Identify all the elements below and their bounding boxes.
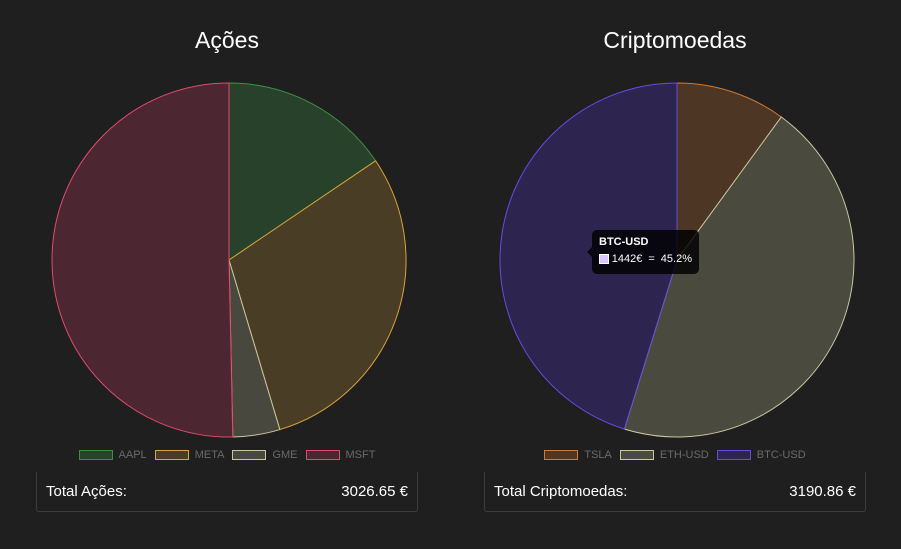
total-card-stocks: Total Ações: 3026.65 € — [36, 472, 418, 512]
total-value-stocks: 3026.65 € — [341, 483, 408, 500]
pie-chart-stocks[interactable] — [44, 80, 407, 440]
legend-item-msft[interactable]: MSFT — [305, 449, 376, 461]
stocks-panel: Ações AAPL META GME MSFT Total Ações: 3026.… — [2, 0, 452, 549]
tooltip-color-swatch — [599, 254, 609, 264]
tooltip-row: 1442€ = 45.2% — [599, 253, 692, 265]
chart-title-stocks: Ações — [195, 27, 259, 53]
legend-swatch-btc-usd — [716, 450, 751, 460]
legend-label-tsla: TSLA — [584, 449, 612, 461]
total-label-stocks: Total Ações: — [46, 483, 127, 500]
crypto-panel: Criptomoedas TSLA ETH-USD BTC-USD Total Cr… — [450, 0, 900, 549]
legend-swatch-gme — [232, 450, 267, 460]
total-card-crypto: Total Criptomoedas: 3190.86 € — [484, 472, 866, 512]
legend-label-eth-usd: ETH-USD — [659, 449, 709, 461]
legend-label-btc-usd: BTC-USD — [756, 449, 806, 461]
tooltip-separator: = — [648, 253, 655, 265]
legend-swatch-msft — [305, 450, 340, 460]
legend-crypto: TSLA ETH-USD BTC-USD — [450, 449, 900, 461]
legend-item-btc-usd[interactable]: BTC-USD — [716, 449, 806, 461]
legend-label-meta: META — [194, 449, 225, 461]
legend-item-tsla[interactable]: TSLA — [544, 449, 612, 461]
legend-swatch-aapl — [78, 450, 113, 460]
legend-swatch-meta — [154, 450, 189, 460]
legend-label-aapl: AAPL — [118, 449, 147, 461]
legend-item-meta[interactable]: META — [154, 449, 225, 461]
total-value-crypto: 3190.86 € — [789, 483, 856, 500]
total-label-crypto: Total Criptomoedas: — [494, 483, 628, 500]
legend-item-gme[interactable]: GME — [232, 449, 298, 461]
chart-title-crypto: Criptomoedas — [603, 27, 747, 53]
legend-label-msft: MSFT — [345, 449, 376, 461]
legend-swatch-tsla — [544, 450, 579, 460]
legend-item-aapl[interactable]: AAPL — [78, 449, 147, 461]
legend-label-gme: GME — [272, 449, 298, 461]
tooltip-title: BTC-USD — [599, 236, 649, 248]
tooltip-percent: 45.2% — [660, 253, 692, 265]
legend-item-eth-usd[interactable]: ETH-USD — [619, 449, 709, 461]
legend-swatch-eth-usd — [619, 450, 654, 460]
legend-stocks: AAPL META GME MSFT — [2, 449, 452, 461]
chart-tooltip: BTC-USD 1442€ = 45.2% — [592, 230, 699, 274]
pie-slice-msft[interactable] — [51, 82, 234, 438]
tooltip-value: 1442€ — [611, 253, 643, 265]
